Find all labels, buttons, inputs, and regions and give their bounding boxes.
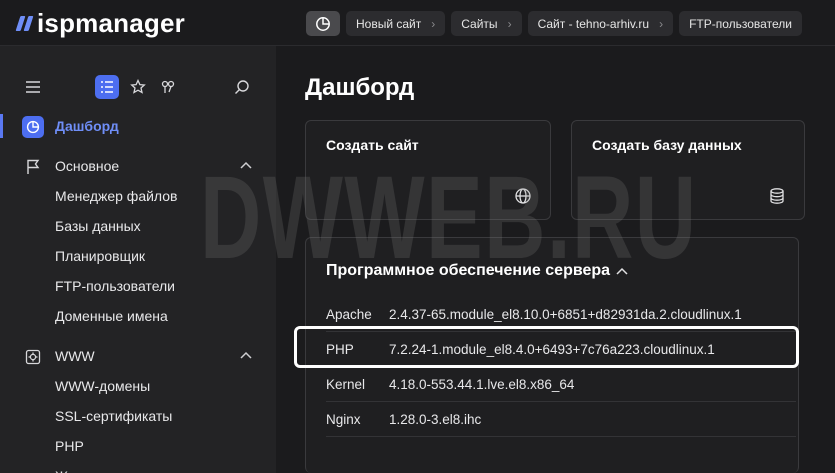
tab-bar: Новый сайт › Сайты › Сайт - tehno-arhiv.ru… <box>306 11 802 36</box>
section-label: WWW <box>55 348 95 364</box>
tab-site-detail[interactable]: Сайт - tehno-arhiv.ru › <box>527 11 674 36</box>
sidebar-item-label: Доменные имена <box>55 308 168 324</box>
tab-new-site[interactable]: Новый сайт › <box>346 11 446 36</box>
sidebar-toolbar <box>0 70 276 102</box>
tab-label: Новый сайт <box>356 16 422 31</box>
sidebar-item-label: SSL-сертификаты <box>55 408 173 424</box>
top-bar: ispmanager Новый сайт › Сайты › Сайт - teh… <box>0 0 835 46</box>
card-label: Создать сайт <box>326 137 419 153</box>
chevron-right-icon: › <box>507 16 512 31</box>
chevron-up-icon[interactable] <box>240 158 252 172</box>
chevron-up-icon <box>616 267 628 275</box>
sidebar-item-php[interactable]: PHP <box>0 431 276 461</box>
panel-title-text: Программное обеспечение сервера <box>326 262 611 279</box>
logo-mark-icon <box>15 15 34 31</box>
sidebar-item-ssl[interactable]: SSL-сертификаты <box>0 401 276 431</box>
dashboard-icon <box>22 116 44 138</box>
software-name: Kernel <box>326 376 366 392</box>
sidebar-item-label: Планировщик <box>55 248 146 264</box>
main-content: Дашборд Создать сайт Создать базу данных… <box>276 46 835 473</box>
panel-title[interactable]: Программное обеспечение сервера <box>326 262 628 280</box>
software-row: Kernel 4.18.0-553.44.1.lve.el8.x86_64 <box>326 367 796 402</box>
sidebar-item-label: FTP-пользователи <box>55 278 175 294</box>
tab-sites[interactable]: Сайты › <box>451 11 522 36</box>
sidebar-item-label: Дашборд <box>55 118 119 134</box>
sidebar-item-label: PHP <box>55 438 84 454</box>
sidebar-section-main[interactable]: Основное <box>0 151 276 181</box>
chevron-right-icon: › <box>659 16 664 31</box>
favorites-pins-icon[interactable] <box>156 75 180 99</box>
chevron-up-icon[interactable] <box>240 348 252 362</box>
server-software-panel: Программное обеспечение сервера Apache 2… <box>305 237 799 473</box>
sidebar-item-label: Менеджер файлов <box>55 188 178 204</box>
sidebar-item-file-manager[interactable]: Менеджер файлов <box>0 181 276 211</box>
logo-text: ispmanager <box>37 7 185 38</box>
logo[interactable]: ispmanager <box>15 7 185 38</box>
sidebar-item-domains[interactable]: Доменные имена <box>0 301 276 331</box>
globe-icon <box>515 188 531 204</box>
search-icon[interactable] <box>230 75 254 99</box>
create-site-card[interactable]: Создать сайт <box>305 120 551 220</box>
software-version: 7.2.24-1.module_el8.4.0+6493+7c76a223.cl… <box>389 341 715 357</box>
software-row: PHP 7.2.24-1.module_el8.4.0+6493+7c76a22… <box>326 332 796 367</box>
create-database-card[interactable]: Создать базу данных <box>571 120 805 220</box>
tab-ftp-users[interactable]: FTP-пользователи <box>679 11 802 36</box>
section-label: Основное <box>55 158 120 174</box>
software-name: Apache <box>326 306 372 322</box>
sidebar-item-www-domains[interactable]: WWW-домены <box>0 371 276 401</box>
menu-icon[interactable] <box>21 75 45 99</box>
tab-label: Сайт - tehno-arhiv.ru <box>537 16 650 31</box>
sidebar-item-label: Базы данных <box>55 218 141 234</box>
software-version: 4.18.0-553.44.1.lve.el8.x86_64 <box>389 376 575 392</box>
tab-label: FTP-пользователи <box>689 16 792 31</box>
database-icon <box>770 188 784 204</box>
star-icon[interactable] <box>126 75 150 99</box>
tab-dashboard[interactable] <box>306 11 340 36</box>
software-row: Nginx 1.28.0-3.el8.ihc <box>326 402 796 437</box>
sidebar-item-label: WWW-домены <box>55 378 151 394</box>
sidebar-item-partial[interactable]: Ж <box>0 461 276 473</box>
flag-icon <box>22 156 44 178</box>
software-name: PHP <box>326 341 354 357</box>
tab-label: Сайты <box>461 16 498 31</box>
www-gear-icon <box>22 346 44 368</box>
software-row: Apache 2.4.37-65.module_el8.10.0+6851+d8… <box>326 297 796 332</box>
sidebar-item-scheduler[interactable]: Планировщик <box>0 241 276 271</box>
sidebar: Дашборд Основное Менеджер файлов Базы да… <box>0 46 276 473</box>
sidebar-section-www[interactable]: WWW <box>0 341 276 371</box>
list-icon[interactable] <box>95 75 119 99</box>
sidebar-item-label: Ж <box>55 468 68 473</box>
sidebar-item-dashboard[interactable]: Дашборд <box>0 111 276 141</box>
sidebar-item-ftp-users[interactable]: FTP-пользователи <box>0 271 276 301</box>
software-version: 2.4.37-65.module_el8.10.0+6851+d82931da.… <box>389 306 742 322</box>
software-version: 1.28.0-3.el8.ihc <box>389 411 482 427</box>
pie-chart-icon <box>316 16 330 31</box>
chevron-right-icon: › <box>431 16 436 31</box>
software-name: Nginx <box>326 411 361 427</box>
sidebar-item-databases[interactable]: Базы данных <box>0 211 276 241</box>
card-label: Создать базу данных <box>592 137 742 153</box>
page-title: Дашборд <box>305 74 415 101</box>
